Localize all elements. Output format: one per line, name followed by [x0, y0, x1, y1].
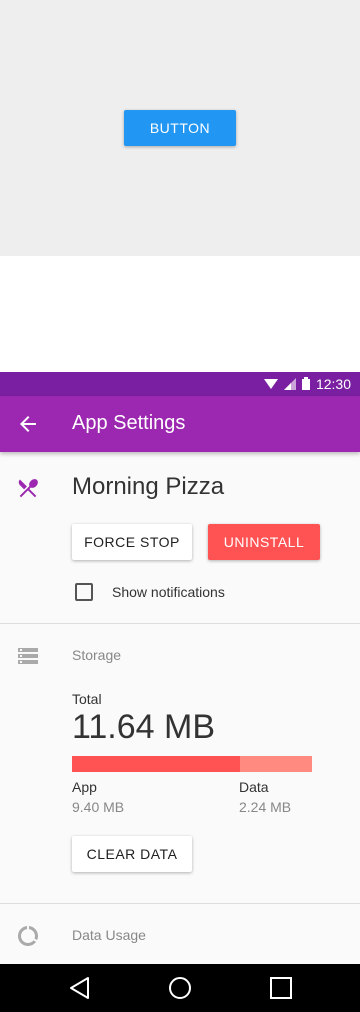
signal-icon	[284, 377, 296, 390]
data-size-legend: Data 2.24 MB	[239, 779, 291, 815]
app-size-label: App	[72, 779, 97, 795]
home-circle-icon[interactable]	[168, 976, 192, 1000]
wifi-icon	[264, 378, 278, 389]
recents-square-icon[interactable]	[269, 976, 293, 1000]
divider	[0, 623, 360, 624]
data-usage-icon	[18, 926, 38, 946]
storage-app-fill	[72, 756, 240, 772]
storage-icon	[18, 648, 38, 664]
navigation-bar	[0, 964, 360, 1012]
page-title: App Settings	[72, 412, 186, 434]
status-icons	[264, 377, 310, 390]
storage-section-label: Storage	[72, 647, 122, 663]
demo-button[interactable]: BUTTON	[124, 110, 236, 146]
app-size-value: 9.40 MB	[72, 799, 125, 815]
app-header: Morning Pizza	[0, 460, 360, 516]
notifications-checkbox[interactable]	[75, 583, 93, 601]
status-bar: 12:30	[0, 372, 360, 396]
notifications-label: Show notifications	[112, 584, 225, 600]
status-time: 12:30	[315, 376, 351, 392]
data-usage-section-label: Data Usage	[72, 927, 146, 943]
battery-icon	[302, 377, 310, 390]
force-stop-button[interactable]: FORCE STOP	[72, 524, 192, 560]
data-size-label: Data	[239, 779, 269, 795]
data-size-value: 2.24 MB	[239, 799, 292, 815]
divider	[0, 903, 360, 904]
utensils-icon	[18, 479, 38, 498]
demo-area: BUTTON	[0, 0, 360, 256]
storage-usage-bar	[72, 756, 312, 772]
clear-data-button[interactable]: CLEAR DATA	[72, 836, 192, 872]
uninstall-button[interactable]: UNINSTALL	[208, 524, 320, 560]
app-size-legend: App 9.40 MB	[72, 779, 124, 815]
back-arrow-icon[interactable]	[16, 412, 40, 436]
back-triangle-icon[interactable]	[68, 976, 92, 1000]
storage-total-label: Total	[72, 691, 102, 707]
blank-area	[0, 256, 360, 372]
app-bar: App Settings	[0, 396, 360, 452]
app-name: Morning Pizza	[72, 473, 225, 500]
notifications-toggle[interactable]: Show notifications	[72, 580, 225, 604]
storage-total-value: 11.64 MB	[72, 708, 216, 746]
